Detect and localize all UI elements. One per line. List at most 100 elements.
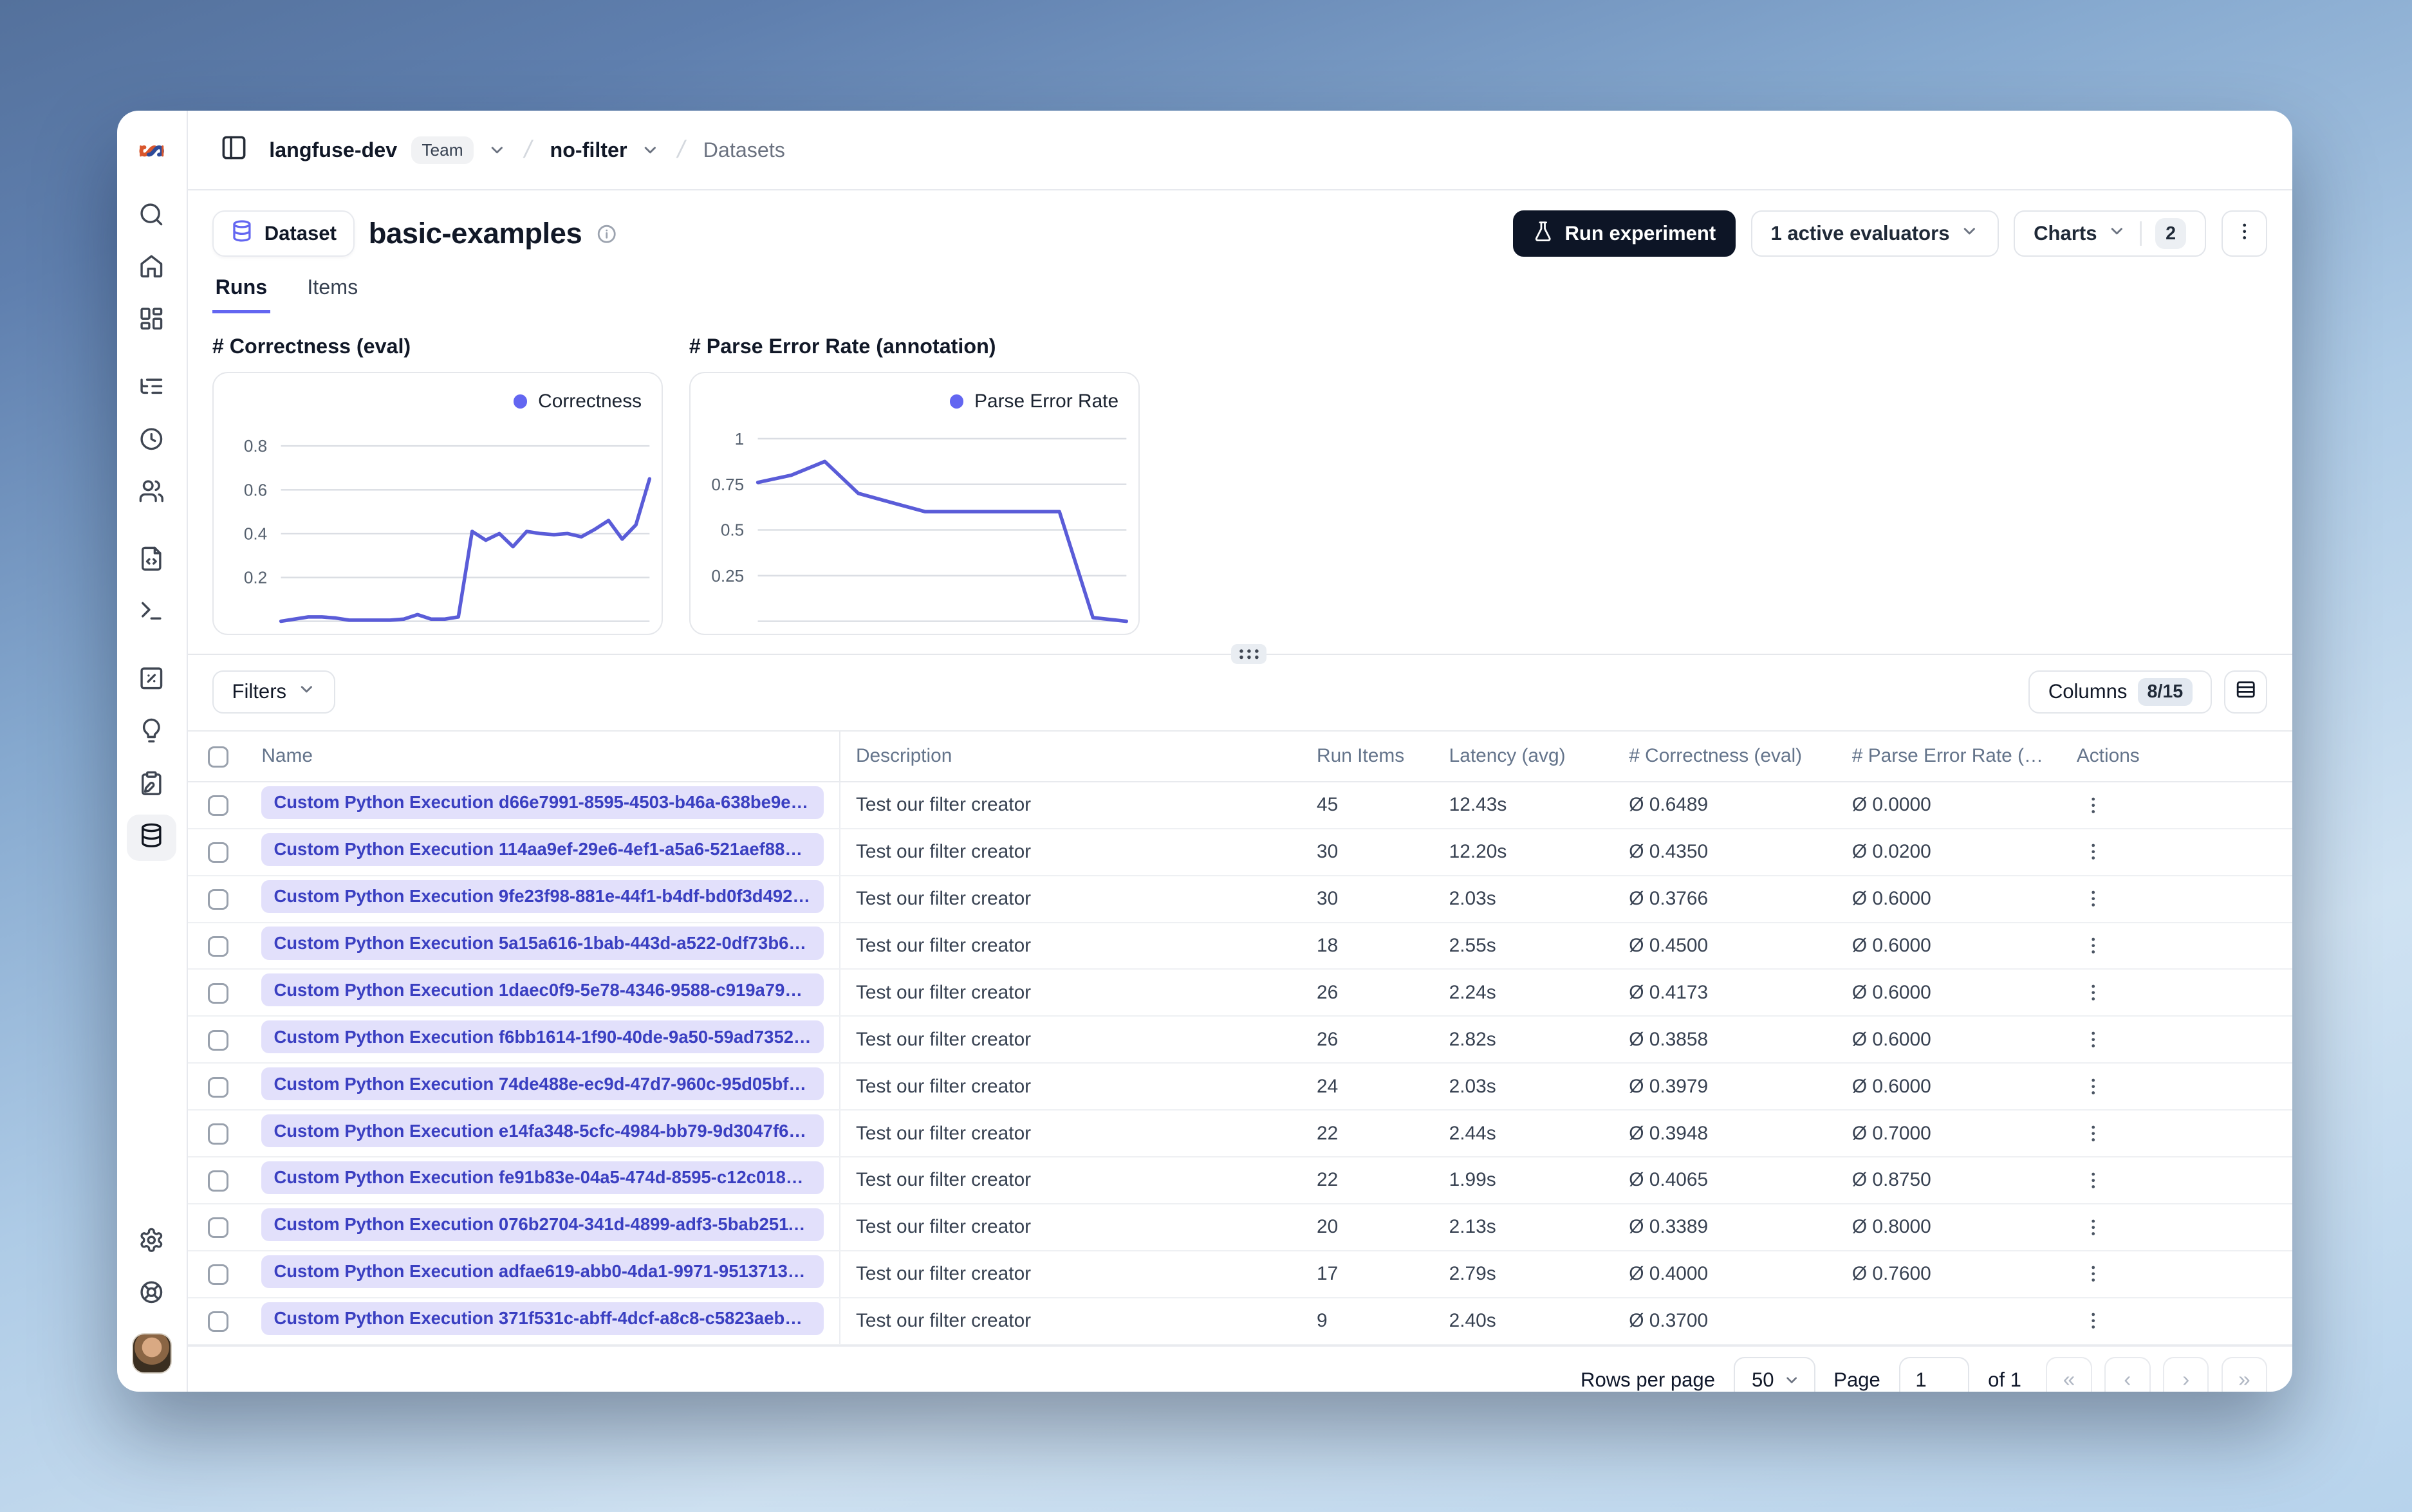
table-row: Custom Python Execution 114aa9ef-29e6-4e… bbox=[187, 828, 2292, 876]
previous-page-button[interactable]: ‹ bbox=[2104, 1357, 2151, 1392]
page-number-input[interactable] bbox=[1898, 1357, 1970, 1392]
run-name-link[interactable]: Custom Python Execution 74de488e-ec9d-47… bbox=[261, 1067, 824, 1101]
pagination: « ‹ › » bbox=[2046, 1357, 2268, 1392]
column-header-name[interactable]: Name bbox=[246, 730, 841, 782]
row-actions-button[interactable] bbox=[2077, 1022, 2111, 1056]
lifebuoy-icon bbox=[138, 1279, 165, 1311]
table-row: Custom Python Execution 74de488e-ec9d-47… bbox=[187, 1063, 2292, 1111]
row-checkbox[interactable] bbox=[207, 889, 228, 910]
select-all-checkbox[interactable] bbox=[207, 746, 228, 768]
run-name-link[interactable]: Custom Python Execution 114aa9ef-29e6-4e… bbox=[261, 833, 824, 866]
chevron-down-icon[interactable] bbox=[641, 141, 660, 160]
last-page-button[interactable]: » bbox=[2221, 1357, 2268, 1392]
row-actions-button[interactable] bbox=[2077, 1163, 2111, 1197]
sidebar-playground-button[interactable] bbox=[127, 591, 176, 637]
row-checkbox[interactable] bbox=[207, 1311, 228, 1332]
sidebar-sessions-button[interactable] bbox=[127, 418, 176, 465]
breadcrumb-environment[interactable]: no-filter bbox=[550, 138, 627, 162]
chart-resize-handle[interactable] bbox=[1231, 644, 1267, 665]
correctness-value: Ø 0.3766 bbox=[1613, 875, 1837, 923]
column-header-latency[interactable]: Latency (avg) bbox=[1433, 730, 1614, 782]
row-checkbox[interactable] bbox=[207, 1170, 228, 1192]
row-actions-button[interactable] bbox=[2077, 1116, 2111, 1150]
row-actions-button[interactable] bbox=[2077, 976, 2111, 1010]
chevron-down-icon[interactable] bbox=[488, 141, 506, 160]
row-checkbox[interactable] bbox=[207, 1264, 228, 1286]
columns-dropdown[interactable]: Columns 8/15 bbox=[2028, 670, 2213, 714]
correctness-value: Ø 0.4173 bbox=[1613, 969, 1837, 1017]
row-actions-button[interactable] bbox=[2077, 1257, 2111, 1291]
run-name-link[interactable]: Custom Python Execution 1daec0f9-5e78-43… bbox=[261, 973, 824, 1007]
filters-dropdown[interactable]: Filters bbox=[212, 670, 336, 714]
user-avatar[interactable] bbox=[131, 1333, 172, 1374]
row-actions-button[interactable] bbox=[2077, 1210, 2111, 1244]
sidebar-users-button[interactable] bbox=[127, 470, 176, 517]
run-name-link[interactable]: Custom Python Execution adfae619-abb0-4d… bbox=[261, 1255, 824, 1288]
run-items-value: 20 bbox=[1301, 1203, 1434, 1251]
run-name-link[interactable]: Custom Python Execution f6bb1614-1f90-40… bbox=[261, 1020, 824, 1054]
sidebar-annotation-button[interactable] bbox=[127, 762, 176, 809]
sidebar-dashboards-button[interactable] bbox=[127, 299, 176, 345]
column-header-parse-error[interactable]: # Parse Error Rate (an... bbox=[1836, 730, 2061, 782]
tab-items[interactable]: Items bbox=[304, 275, 361, 313]
rows-per-page-select[interactable]: 50 bbox=[1733, 1357, 1815, 1392]
run-name-link[interactable]: Custom Python Execution 5a15a616-1bab-44… bbox=[261, 927, 824, 960]
run-experiment-button[interactable]: Run experiment bbox=[1512, 210, 1736, 257]
column-header-description[interactable]: Description bbox=[840, 730, 1302, 782]
breadcrumb-project[interactable]: langfuse-dev bbox=[269, 138, 397, 162]
tab-runs[interactable]: Runs bbox=[212, 275, 270, 313]
charts-dropdown[interactable]: Charts 2 bbox=[2014, 210, 2206, 257]
row-checkbox[interactable] bbox=[207, 1029, 228, 1051]
row-actions-button[interactable] bbox=[2077, 1304, 2111, 1338]
row-checkbox[interactable] bbox=[207, 842, 228, 863]
row-actions-button[interactable] bbox=[2077, 835, 2111, 869]
run-name-link[interactable]: Custom Python Execution 076b2704-341d-48… bbox=[261, 1208, 824, 1241]
run-name-link[interactable]: Custom Python Execution 9fe23f98-881e-44… bbox=[261, 880, 824, 913]
latency-value: 2.24s bbox=[1433, 969, 1614, 1017]
page-actions-menu-button[interactable] bbox=[2221, 210, 2268, 257]
run-name-link[interactable]: Custom Python Execution fe91b83e-04a5-47… bbox=[261, 1161, 824, 1194]
column-header-correctness[interactable]: # Correctness (eval) bbox=[1613, 730, 1837, 782]
desktop-background: langfuse-dev Team / no-filter / Datasets… bbox=[0, 0, 2412, 1512]
next-page-button[interactable]: › bbox=[2162, 1357, 2209, 1392]
row-actions-button[interactable] bbox=[2077, 1069, 2111, 1103]
page-total-label: of 1 bbox=[1988, 1369, 2021, 1392]
parse-error-value: Ø 0.6000 bbox=[1836, 875, 2061, 923]
row-actions-button[interactable] bbox=[2077, 882, 2111, 916]
row-checkbox[interactable] bbox=[207, 1217, 228, 1239]
run-name-link[interactable]: Custom Python Execution 371f531c-abff-4d… bbox=[261, 1302, 824, 1335]
home-icon bbox=[138, 254, 165, 285]
langfuse-logo bbox=[117, 111, 187, 190]
sidebar-tracing-button[interactable] bbox=[127, 366, 176, 412]
column-header-run-items[interactable]: Run Items bbox=[1301, 730, 1434, 782]
row-actions-button[interactable] bbox=[2077, 788, 2111, 822]
table-row: Custom Python Execution 076b2704-341d-48… bbox=[187, 1203, 2292, 1251]
sidebar-search-button[interactable] bbox=[127, 194, 176, 240]
row-checkbox[interactable] bbox=[207, 1076, 228, 1098]
table-row: Custom Python Execution fe91b83e-04a5-47… bbox=[187, 1156, 2292, 1204]
sidebar-datasets-button[interactable] bbox=[127, 815, 176, 862]
row-actions-button[interactable] bbox=[2077, 929, 2111, 963]
breadcrumb-section[interactable]: Datasets bbox=[703, 138, 785, 162]
sidebar-support-button[interactable] bbox=[127, 1272, 176, 1318]
file-code-icon bbox=[138, 546, 165, 577]
row-checkbox[interactable] bbox=[207, 982, 228, 1004]
first-page-button[interactable]: « bbox=[2046, 1357, 2092, 1392]
run-description: Test our filter creator bbox=[840, 1016, 1302, 1064]
sidebar-toggle-button[interactable] bbox=[212, 129, 255, 172]
sidebar-prompts-button[interactable] bbox=[127, 538, 176, 584]
sidebar-scores-button[interactable] bbox=[127, 658, 176, 705]
sidebar-insights-button[interactable] bbox=[127, 710, 176, 757]
active-evaluators-dropdown[interactable]: 1 active evaluators bbox=[1750, 210, 1999, 257]
row-checkbox[interactable] bbox=[207, 1123, 228, 1145]
run-description: Test our filter creator bbox=[840, 875, 1302, 923]
row-height-button[interactable] bbox=[2224, 670, 2268, 714]
run-name-link[interactable]: Custom Python Execution d66e7991-8595-45… bbox=[261, 786, 824, 819]
info-icon[interactable] bbox=[596, 223, 617, 244]
sidebar-home-button[interactable] bbox=[127, 246, 176, 292]
page-header: Dataset basic-examples Run experiment 1 … bbox=[188, 190, 2292, 257]
row-checkbox[interactable] bbox=[207, 795, 228, 816]
row-checkbox[interactable] bbox=[207, 936, 228, 957]
run-name-link[interactable]: Custom Python Execution e14fa348-5cfc-49… bbox=[261, 1114, 824, 1148]
sidebar-settings-button[interactable] bbox=[127, 1220, 176, 1266]
